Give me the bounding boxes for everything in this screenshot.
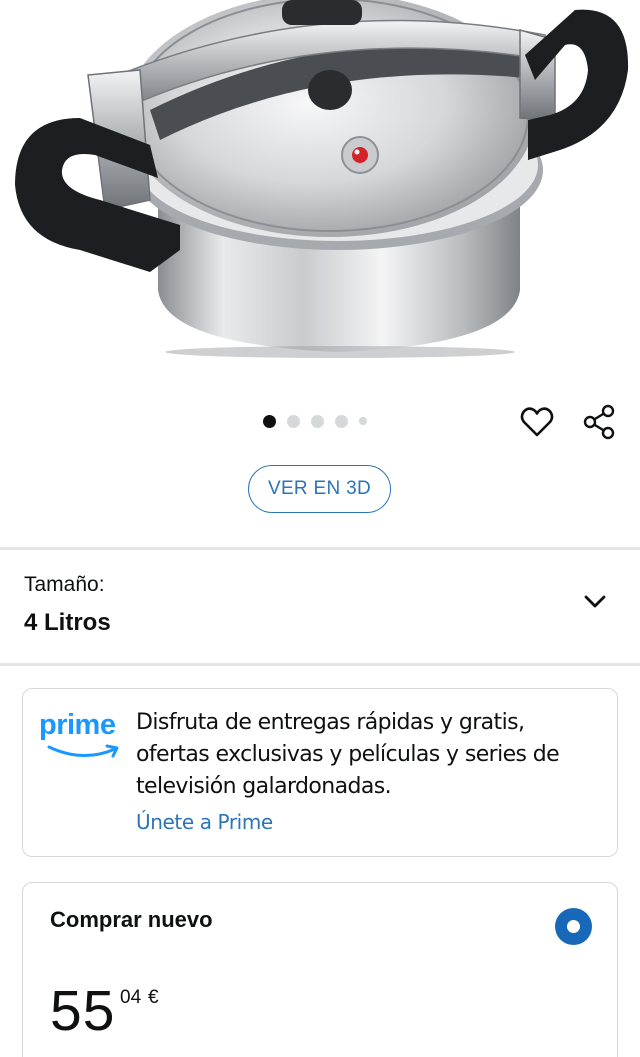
carousel-dots <box>263 414 367 428</box>
prime-smile-icon <box>47 744 119 758</box>
prime-promo-card: prime Disfruta de entregas rápidas y gra… <box>22 688 618 857</box>
share-icon <box>583 404 615 440</box>
radio-selected-dot <box>567 920 580 933</box>
wishlist-button[interactable] <box>517 402 557 442</box>
divider <box>0 547 640 550</box>
product-image[interactable] <box>0 0 640 395</box>
price-currency: € <box>148 987 159 1008</box>
prime-logo: prime <box>39 709 123 761</box>
divider <box>0 663 640 666</box>
size-selector[interactable]: Tamaño: 4 Litros <box>0 551 640 663</box>
carousel-dot[interactable] <box>335 414 348 428</box>
size-label: Tamaño: <box>24 573 105 596</box>
product-page: VER EN 3D Tamaño: 4 Litros prime Disfrut… <box>0 0 640 1057</box>
prime-logo-text: prime <box>39 709 116 741</box>
pressure-cooker-illustration <box>15 0 629 358</box>
carousel-dot[interactable] <box>311 414 324 428</box>
price-fraction: 04 <box>120 987 142 1008</box>
carousel-dot[interactable] <box>359 417 367 425</box>
join-prime-link[interactable]: Únete a Prime <box>136 810 273 834</box>
buy-new-card[interactable]: Comprar nuevo 55 04 € <box>22 882 618 1057</box>
buy-new-title: Comprar nuevo <box>50 907 213 932</box>
heart-icon <box>520 407 554 437</box>
price-whole: 55 <box>50 979 116 1043</box>
chevron-down-icon <box>580 587 610 617</box>
size-value: 4 Litros <box>24 609 111 636</box>
share-button[interactable] <box>579 402 619 442</box>
image-carousel-controls <box>0 400 640 444</box>
carousel-dot[interactable] <box>287 414 300 428</box>
buy-new-radio[interactable] <box>555 908 592 945</box>
view-3d-button[interactable]: VER EN 3D <box>248 465 391 513</box>
prime-description: Disfruta de entregas rápidas y gratis, o… <box>136 710 560 799</box>
carousel-dot[interactable] <box>263 414 276 428</box>
